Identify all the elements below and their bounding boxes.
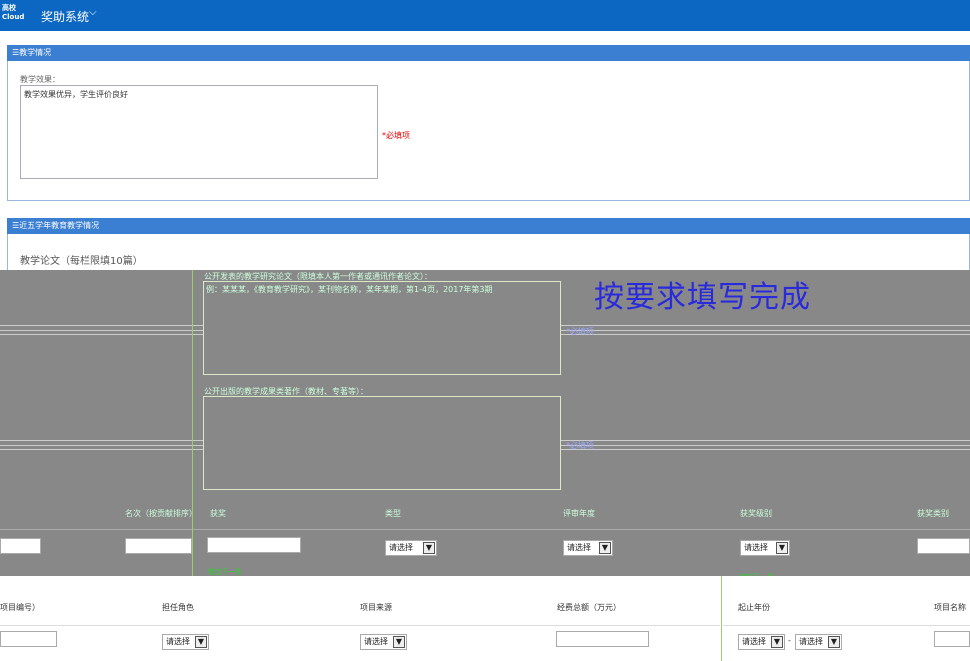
divider-line bbox=[721, 576, 722, 661]
text-input[interactable] bbox=[0, 538, 41, 554]
type-select[interactable]: 请选择 ▼ bbox=[385, 540, 437, 556]
select-value: 请选择 bbox=[364, 637, 388, 646]
section-header-teaching: ☰教学情况 bbox=[7, 45, 970, 61]
level-select[interactable]: 请选择 ▼ bbox=[740, 540, 790, 556]
select-value: 请选择 bbox=[389, 543, 413, 552]
start-year-select[interactable]: 请选择 ▼ bbox=[738, 634, 785, 650]
section-header-five-year: ☰近五学年教育教学情况 bbox=[7, 218, 970, 234]
select-value: 请选择 bbox=[166, 637, 190, 646]
chevron-down-icon: ▼ bbox=[423, 542, 435, 554]
overlay-q1-value: 例：某某某，《教育教学研究》，某刊物名称，某年某期，第1-4页，2017年第3期 bbox=[206, 285, 493, 294]
papers-title: 教学论文（每栏限填10篇） bbox=[20, 256, 143, 267]
effect-label: 教学效果： bbox=[20, 75, 60, 84]
completion-banner: 按要求填写完成 bbox=[594, 280, 811, 315]
category-input[interactable] bbox=[917, 538, 970, 554]
divider-line bbox=[192, 270, 193, 576]
row-divider bbox=[723, 625, 970, 626]
gray-header-category: 获奖类别 bbox=[917, 509, 949, 518]
col-header-years: 起止年份 bbox=[738, 603, 770, 612]
select-value: 请选择 bbox=[567, 543, 591, 552]
col-header-source: 项目来源 bbox=[360, 603, 392, 612]
col-header-project-name: 项目名称（ bbox=[934, 603, 970, 612]
chevron-down-icon: ▼ bbox=[195, 636, 207, 648]
gray-header-type: 类型 bbox=[385, 509, 401, 518]
role-select[interactable]: 请选择 ▼ bbox=[162, 634, 209, 650]
required-mark-q2: *必填项 bbox=[566, 441, 594, 450]
year-select[interactable]: 请选择 ▼ bbox=[563, 540, 613, 556]
gray-header-level: 获奖级别 bbox=[740, 509, 772, 518]
chevron-down-icon: ▼ bbox=[776, 542, 788, 554]
year-separator: - bbox=[788, 636, 791, 645]
select-value: 请选择 bbox=[742, 637, 766, 646]
top-bar: 高校 Cloud 奖助系统 ⌵ bbox=[0, 0, 970, 31]
source-select[interactable]: 请选择 ▼ bbox=[360, 634, 407, 650]
project-no-input[interactable] bbox=[0, 631, 57, 647]
app-logo[interactable]: 高校 Cloud bbox=[2, 4, 32, 26]
overlay-q1-textarea[interactable]: 例：某某某，《教育教学研究》，某刊物名称，某年某期，第1-4页，2017年第3期 bbox=[203, 281, 561, 375]
app-name-menu[interactable]: 奖助系统 bbox=[41, 8, 89, 25]
required-mark-q1: *必填项 bbox=[566, 327, 594, 336]
gray-header-rank: 名次（按贡献排序） bbox=[125, 509, 197, 518]
chevron-down-icon: ▼ bbox=[599, 542, 611, 554]
required-mark-effect: *必填项 bbox=[382, 131, 410, 140]
gray-header-year: 评审年度 bbox=[563, 509, 595, 518]
effect-textarea[interactable] bbox=[20, 85, 378, 179]
project-name-input[interactable] bbox=[934, 631, 970, 647]
col-header-project-no: 项目编号） bbox=[0, 603, 40, 612]
chevron-down-icon: ▼ bbox=[393, 636, 405, 648]
chevron-down-icon[interactable]: ⌵ bbox=[89, 7, 97, 18]
select-value: 请选择 bbox=[744, 543, 768, 552]
chevron-down-icon: ▼ bbox=[771, 636, 783, 648]
section-body-five-year bbox=[7, 234, 970, 274]
chevron-down-icon: ▼ bbox=[828, 636, 840, 648]
gray-header-award: 获奖 bbox=[210, 509, 226, 518]
end-year-select[interactable]: 请选择 ▼ bbox=[795, 634, 842, 650]
row-divider bbox=[0, 625, 720, 626]
select-value: 请选择 bbox=[799, 637, 823, 646]
funding-input[interactable] bbox=[556, 631, 649, 647]
overlay-q2-textarea[interactable] bbox=[203, 396, 561, 490]
col-header-funding: 经费总额（万元） bbox=[557, 603, 621, 612]
award-input[interactable] bbox=[207, 537, 301, 553]
col-header-role: 担任角色 bbox=[162, 603, 194, 612]
rank-input[interactable] bbox=[125, 538, 192, 554]
